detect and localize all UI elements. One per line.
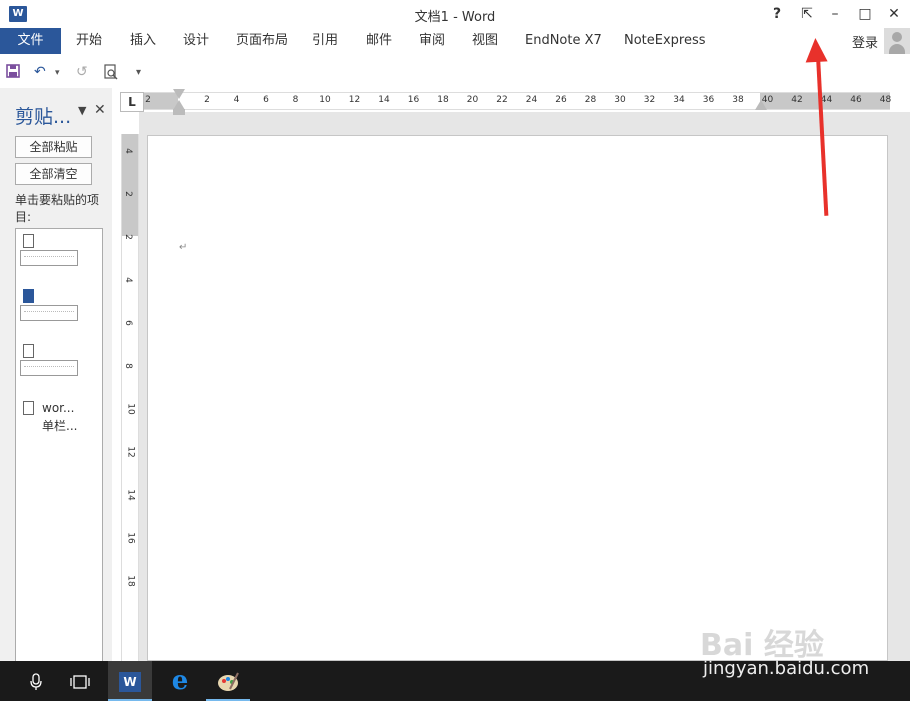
ruler-tick-label: 18 — [437, 95, 449, 105]
undo-dropdown-icon[interactable]: ▾ — [55, 68, 60, 78]
ruler-tick-label: 14 — [125, 489, 136, 501]
ruler-tick-label: 24 — [525, 95, 538, 105]
ruler-tick-label: 16 — [125, 532, 136, 544]
ruler-tick-label: 10 — [125, 403, 136, 415]
ruler-tick-label: 34 — [673, 95, 685, 105]
clipboard-item[interactable] — [20, 234, 98, 270]
clipboard-item[interactable] — [20, 344, 98, 380]
clip-thumbnail — [20, 250, 78, 266]
tab-endnote[interactable]: EndNote X7 — [514, 28, 613, 54]
clip-text-line2: 单栏... — [42, 419, 78, 433]
ruler-tick-label: 2 — [122, 191, 133, 197]
clear-all-button[interactable]: 全部清空 — [15, 163, 92, 185]
clipboard-item[interactable]: wor... 单栏... — [20, 401, 98, 437]
tab-references[interactable]: 引用 — [301, 28, 349, 54]
picture-doc-icon — [23, 344, 34, 358]
save-icon[interactable] — [6, 64, 20, 82]
tab-design[interactable]: 设计 — [172, 28, 220, 54]
title-bar: W 文档1 - Word ? ⇱ – □ ✕ — [0, 0, 910, 28]
paint-app-icon[interactable] — [206, 661, 250, 701]
clipboard-list: wor... 单栏... — [15, 228, 103, 668]
ruler-tick-label: 2 — [122, 234, 133, 240]
watermark-url: jingyan.baidu.com — [703, 658, 870, 679]
ruler-tick-label: 36 — [702, 95, 715, 105]
ruler-tick-label: 8 — [292, 95, 299, 105]
clip-thumbnail — [20, 305, 78, 321]
microphone-icon[interactable] — [14, 661, 58, 701]
print-preview-icon[interactable] — [104, 64, 118, 84]
ruler-tick-label: 30 — [614, 95, 626, 105]
quick-access-toolbar: ↶ ▾ ↺ ▾ — [0, 58, 910, 88]
ruler-tick-label: 6 — [122, 320, 133, 326]
ruler-tick-label: 32 — [643, 95, 656, 105]
clipboard-item[interactable] — [20, 289, 98, 325]
edge-browser-icon[interactable]: e — [158, 661, 202, 701]
word-doc-icon — [23, 289, 34, 303]
tab-insert[interactable]: 插入 — [119, 28, 167, 54]
login-link[interactable]: 登录 — [852, 32, 878, 51]
tab-noteexpress[interactable]: NoteExpress — [613, 28, 717, 54]
ruler-tick-label: 40 — [761, 95, 774, 105]
ruler-tick-label: 12 — [348, 95, 361, 105]
picture-doc-icon — [23, 234, 34, 248]
annotation-arrow-head — [804, 37, 828, 63]
clip-thumbnail — [20, 360, 78, 376]
clip-text-line1: wor... — [42, 401, 75, 415]
task-view-icon[interactable] — [58, 661, 102, 701]
close-button[interactable]: ✕ — [881, 2, 907, 26]
tab-view[interactable]: 视图 — [461, 28, 509, 54]
pane-close-icon[interactable]: ✕ — [94, 102, 106, 118]
help-button[interactable]: ? — [764, 2, 790, 26]
customize-toolbar-icon[interactable]: ▾ — [136, 67, 141, 78]
ribbon-tabs: 文件 开始 插入 设计 页面布局 引用 邮件 审阅 视图 EndNote X7 … — [0, 28, 910, 54]
avatar[interactable] — [884, 28, 910, 54]
ruler-tick-label: 4 — [122, 277, 133, 283]
ruler-tick-label: 22 — [496, 95, 508, 105]
ruler-tick-label: 20 — [466, 95, 479, 105]
ribbon-display-options-button[interactable]: ⇱ — [794, 2, 820, 26]
taskbar-word-icon[interactable]: W — [108, 661, 152, 701]
ruler-tick-label: 6 — [263, 95, 269, 105]
ruler-tick-label: 14 — [378, 95, 390, 105]
redo-icon[interactable]: ↺ — [76, 64, 88, 80]
text-doc-icon — [23, 401, 34, 415]
clipboard-pane: 剪贴... ▼ ✕ 全部粘贴 全部清空 单击要粘贴的项目: wor... 单栏.… — [0, 88, 112, 668]
tab-selector[interactable]: L — [120, 92, 144, 112]
tab-file[interactable]: 文件 — [0, 28, 61, 54]
tab-home[interactable]: 开始 — [65, 28, 113, 54]
ruler-tick-label: 18 — [125, 575, 136, 587]
ruler-tick-label: 28 — [584, 95, 597, 105]
ruler-tick-label: 10 — [319, 95, 331, 105]
ruler-tick-label: 42 — [791, 95, 803, 105]
clipboard-hint: 单击要粘贴的项目: — [15, 193, 100, 224]
paragraph-mark: ↵ — [179, 242, 188, 253]
ruler-tick-label: 8 — [122, 363, 133, 369]
left-indent-marker[interactable] — [173, 109, 185, 115]
ruler-tick-label: 16 — [407, 95, 420, 105]
tab-review[interactable]: 审阅 — [408, 28, 456, 54]
ruler-tick-label: 4 — [122, 148, 133, 154]
tab-page-layout[interactable]: 页面布局 — [225, 28, 299, 54]
paste-all-button[interactable]: 全部粘贴 — [15, 136, 92, 158]
maximize-button[interactable]: □ — [852, 2, 878, 26]
horizontal-ruler[interactable]: 2 2 4 6 8 10 12 14 16 18 20 22 24 26 28 30 32 34 36 38 40 42 4… — [144, 92, 892, 110]
ruler-tick-label: 46 — [850, 95, 862, 105]
tab-mailings[interactable]: 邮件 — [355, 28, 403, 54]
pane-menu-icon[interactable]: ▼ — [78, 104, 86, 117]
ruler-tick-label: 26 — [555, 95, 567, 105]
ruler-tick-label: 48 — [879, 95, 892, 105]
clipboard-title: 剪贴... — [15, 106, 72, 128]
ruler-tick-label: 4 — [233, 95, 240, 105]
ruler-tick-label: 2 — [145, 95, 151, 105]
ruler-tick-label: 38 — [732, 95, 744, 105]
ruler-tick-label: 2 — [204, 95, 210, 105]
ruler-tick-label: 12 — [125, 446, 136, 458]
document-page[interactable] — [147, 135, 888, 661]
undo-icon[interactable]: ↶ — [34, 64, 46, 80]
vertical-ruler[interactable]: 4 2 2 4 6 8 10 12 14 16 18 — [121, 134, 139, 661]
minimize-button[interactable]: – — [822, 2, 848, 26]
